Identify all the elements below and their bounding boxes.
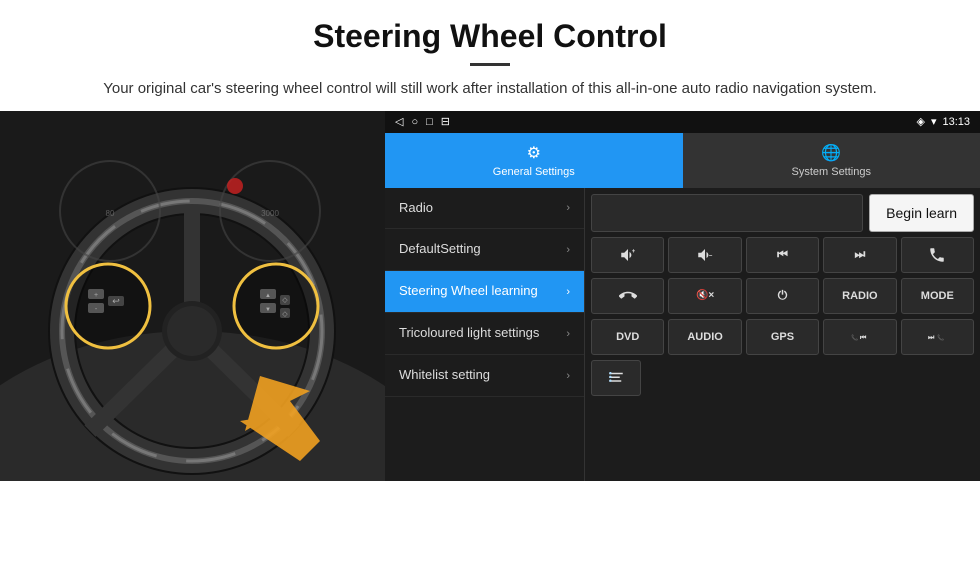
menu-item-default-label: DefaultSetting [399,241,566,258]
menu-item-whitelist-label: Whitelist setting [399,367,566,384]
svg-text:▼: ▼ [265,307,271,313]
system-settings-icon: 🌐 [821,143,841,163]
recent-nav-icon[interactable]: □ [426,116,433,128]
control-row-last [591,360,974,396]
tab-general[interactable]: ⚙ General Settings [385,133,683,188]
begin-learn-row: Begin learn [591,194,974,232]
menu-item-steering-label: Steering Wheel learning [399,283,566,300]
location-icon: ◈ [916,115,924,128]
control-row-3: DVD AUDIO GPS 📞 ⏮ ⏭ 📞 [591,319,974,355]
menu-item-tricoloured-label: Tricoloured light settings [399,325,566,342]
main-content: Radio › DefaultSetting › Steering Wheel … [385,188,980,481]
svg-text:📞: 📞 [851,333,859,341]
menu-nav-icon[interactable]: ⊟ [441,115,450,128]
chevron-icon-radio: › [566,202,570,214]
radio-button[interactable]: RADIO [823,278,896,314]
time-display: 13:13 [942,116,970,128]
mute-button[interactable]: 🔇× [668,278,741,314]
menu-item-whitelist[interactable]: Whitelist setting › [385,355,584,397]
vol-down-button[interactable]: − [668,237,741,273]
svg-text:80: 80 [106,209,115,218]
mode-button[interactable]: MODE [901,278,974,314]
android-ui: ◁ ○ □ ⊟ ◈ ▾ 13:13 ⚙ General Settings 🌐 S… [385,111,980,481]
menu-item-radio-label: Radio [399,200,566,217]
title-divider [470,63,510,66]
phone-answer-button[interactable] [901,237,974,273]
svg-text:📞: 📞 [937,333,945,341]
chevron-icon-whitelist: › [566,370,570,382]
page-subtitle: Your original car's steering wheel contr… [40,78,940,101]
general-settings-icon: ⚙ [527,143,541,163]
tab-bar: ⚙ General Settings 🌐 System Settings [385,133,980,188]
menu-item-tricoloured[interactable]: Tricoloured light settings › [385,313,584,355]
begin-learn-input[interactable] [591,194,863,232]
tab-system-label: System Settings [792,166,871,178]
status-bar-nav: ◁ ○ □ ⊟ [395,115,450,128]
power-button[interactable]: ⏻ [746,278,819,314]
chevron-icon-default: › [566,244,570,256]
svg-text:⏭: ⏭ [928,334,935,341]
status-bar: ◁ ○ □ ⊟ ◈ ▾ 13:13 [385,111,980,133]
svg-text:↩: ↩ [112,296,120,306]
menu-item-radio[interactable]: Radio › [385,188,584,230]
svg-text:+: + [94,292,98,299]
vol-up-button[interactable]: + [591,237,664,273]
content-area: + - ↩ ▲ ▼ ◇ ◇ 80 3000 [0,111,980,481]
gps-button[interactable]: GPS [746,319,819,355]
svg-text:◇: ◇ [282,297,288,304]
menu-item-default[interactable]: DefaultSetting › [385,229,584,271]
home-nav-icon[interactable]: ○ [411,116,418,128]
dvd-button[interactable]: DVD [591,319,664,355]
prev-track-button[interactable]: ⏮ [746,237,819,273]
car-image-area: + - ↩ ▲ ▼ ◇ ◇ 80 3000 [0,111,385,481]
tel-prev-button[interactable]: 📞 ⏮ [823,319,896,355]
hang-up-button[interactable] [591,278,664,314]
svg-text:▲: ▲ [265,293,271,299]
audio-button[interactable]: AUDIO [668,319,741,355]
chevron-icon-steering: › [566,286,570,298]
control-row-1: + − ⏮ ⏭ [591,237,974,273]
status-bar-status: ◈ ▾ 13:13 [916,115,970,128]
svg-text:⏮: ⏮ [860,334,867,341]
signal-icon: ▾ [931,115,937,128]
tab-general-label: General Settings [493,166,575,178]
control-row-2: 🔇× ⏻ RADIO MODE [591,278,974,314]
page-title: Steering Wheel Control [40,18,940,55]
menu-item-steering[interactable]: Steering Wheel learning › [385,271,584,313]
svg-text:3000: 3000 [261,209,279,218]
next-track-button[interactable]: ⏭ [823,237,896,273]
right-panel: Begin learn + − [585,188,980,481]
svg-text:+: + [631,248,635,254]
svg-text:−: − [709,253,713,259]
page-header: Steering Wheel Control Your original car… [0,0,980,111]
svg-text:◇: ◇ [282,311,288,318]
left-menu: Radio › DefaultSetting › Steering Wheel … [385,188,585,481]
chevron-icon-tricoloured: › [566,328,570,340]
tab-system[interactable]: 🌐 System Settings [683,133,980,188]
back-nav-icon[interactable]: ◁ [395,115,403,128]
begin-learn-button[interactable]: Begin learn [869,194,974,232]
tel-next-button[interactable]: ⏭ 📞 [901,319,974,355]
list-icon-button[interactable] [591,360,641,396]
